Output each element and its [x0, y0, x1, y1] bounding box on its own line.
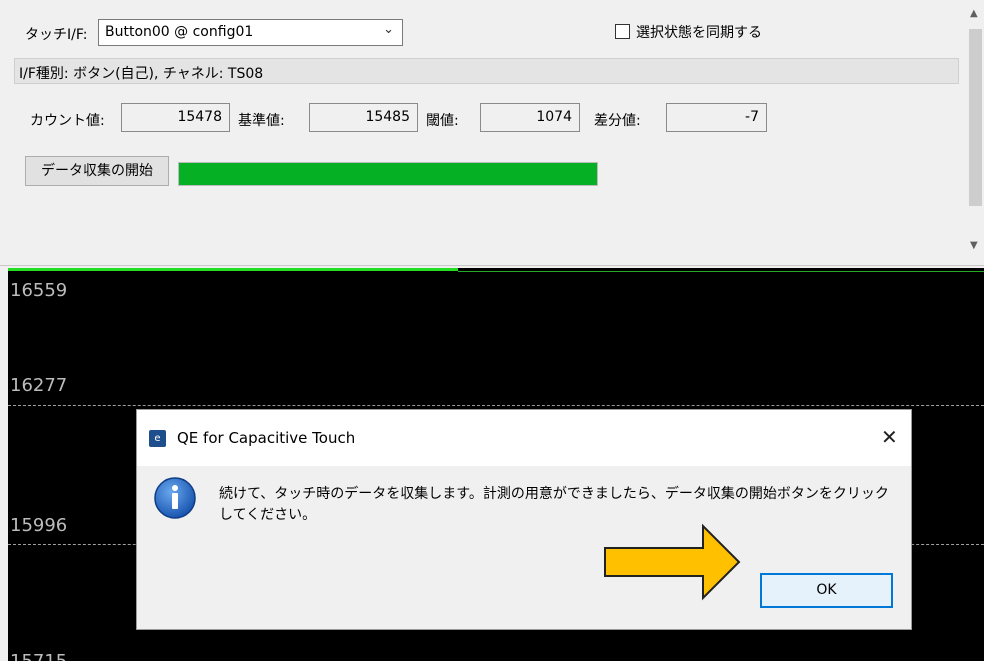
threshold-label: 閾値:: [426, 113, 459, 129]
vertical-scrollbar[interactable]: ▲ ▼: [967, 0, 984, 265]
info-icon: [154, 477, 196, 519]
info-text: I/F種別: ボタン(自己), チャネル: TS08: [19, 66, 264, 82]
graph-series-line: [8, 268, 458, 271]
close-icon[interactable]: ✕: [881, 425, 898, 449]
diff-label: 差分値:: [594, 113, 641, 129]
scroll-down-icon[interactable]: ▼: [970, 240, 978, 251]
graph-series-line-tail: [458, 271, 984, 272]
sync-checkbox[interactable]: [615, 24, 630, 39]
base-value-box: 15485: [309, 103, 418, 132]
config-panel: タッチI/F: Button00 @ config01 ⌄ 選択状態を同期する …: [0, 0, 984, 266]
grid-line: [8, 405, 984, 406]
base-label: 基準値:: [238, 113, 285, 129]
app-icon: e: [149, 430, 166, 447]
start-collection-button[interactable]: データ収集の開始: [25, 156, 169, 186]
y-axis-label: 15996: [10, 515, 68, 536]
count-value-box: 15478: [121, 103, 230, 132]
scroll-up-icon[interactable]: ▲: [970, 8, 978, 19]
arrow-annotation-icon: [604, 523, 741, 601]
message-dialog: e QE for Capacitive Touch ✕ 続けて、タッチ時のデータ…: [136, 409, 912, 630]
y-axis-label: 16277: [10, 375, 68, 396]
dialog-title: QE for Capacitive Touch: [177, 429, 356, 447]
dialog-message: 続けて、タッチ時のデータを収集します。計測の用意ができましたら、データ収集の開始…: [219, 486, 889, 523]
y-axis-label: 16559: [10, 280, 68, 301]
dialog-title-bar[interactable]: e QE for Capacitive Touch ✕: [137, 410, 911, 466]
info-bar: I/F種別: ボタン(自己), チャネル: TS08: [14, 58, 959, 84]
touch-if-dropdown[interactable]: Button00 @ config01 ⌄: [98, 19, 403, 46]
count-label: カウント値:: [30, 113, 105, 129]
threshold-value-box: 1074: [480, 103, 580, 132]
scrollbar-thumb[interactable]: [969, 29, 982, 206]
chevron-down-icon: ⌄: [383, 22, 394, 37]
ok-button[interactable]: OK: [760, 573, 893, 608]
diff-value-box: -7: [666, 103, 767, 132]
progress-bar: [178, 162, 598, 186]
touch-if-value: Button00 @ config01: [105, 24, 254, 40]
touch-if-label: タッチI/F:: [25, 27, 88, 43]
sync-label: 選択状態を同期する: [636, 25, 762, 41]
y-axis-label: 15715: [10, 651, 67, 661]
progress-fill: [179, 163, 597, 185]
